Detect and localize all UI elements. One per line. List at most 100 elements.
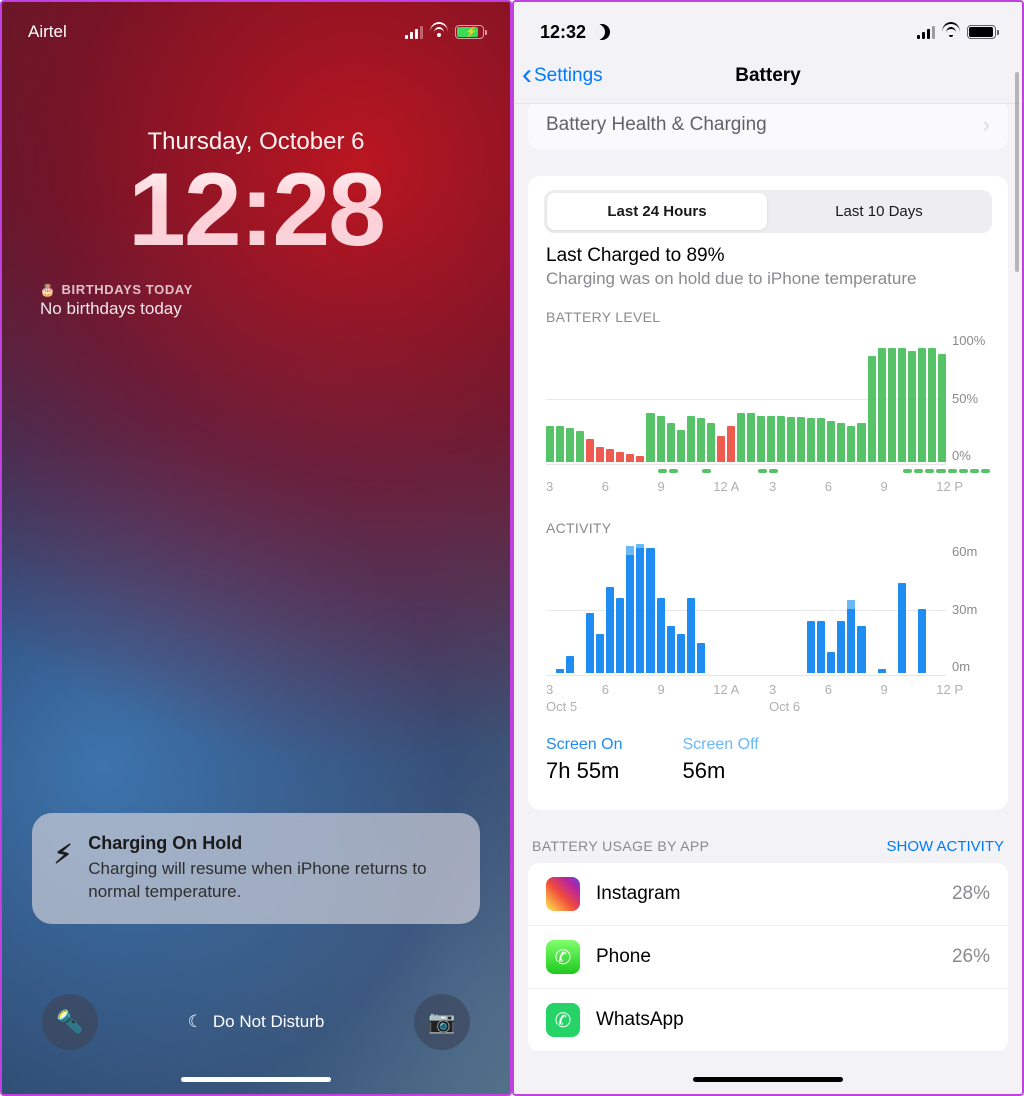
- row-label: Battery Health & Charging: [546, 114, 767, 136]
- show-activity-button[interactable]: SHOW ACTIVITY: [886, 838, 1004, 855]
- battery-bar: [787, 417, 795, 462]
- x-tick: 3: [769, 682, 823, 697]
- page-title: Battery: [735, 65, 800, 87]
- x-tick: 3: [546, 479, 600, 494]
- status-time: 12:32: [540, 22, 586, 43]
- do-not-disturb-pill[interactable]: ☾ Do Not Disturb: [116, 996, 396, 1048]
- activity-bar: [616, 598, 624, 673]
- screen-on-label: Screen On: [546, 736, 622, 754]
- battery-bar: [717, 436, 725, 462]
- day-label: Oct 6: [769, 699, 990, 714]
- y-tick: 50%: [952, 391, 990, 406]
- app-percentage: 26%: [952, 946, 990, 968]
- camera-button[interactable]: 📷: [414, 994, 470, 1050]
- cake-icon: 🎂: [40, 284, 56, 296]
- activity-bar: [817, 621, 825, 673]
- battery-bar: [817, 418, 825, 462]
- y-tick: 30m: [952, 602, 990, 617]
- battery-bar: [657, 416, 665, 462]
- battery-bar: [697, 418, 705, 462]
- content-scroll[interactable]: Battery Health & Charging › Last 24 Hour…: [514, 104, 1022, 1094]
- scrollbar[interactable]: [1015, 72, 1019, 272]
- x-tick: 3: [546, 682, 600, 697]
- activity-bar: [898, 583, 906, 673]
- battery-level-chart[interactable]: 100% 50% 0%: [546, 333, 990, 465]
- x-tick: 12 P: [936, 479, 990, 494]
- battery-bar: [928, 348, 936, 462]
- battery-bar: [767, 416, 775, 462]
- dnd-label: Do Not Disturb: [213, 1012, 324, 1032]
- battery-bar: [938, 354, 946, 462]
- battery-bar: [677, 430, 685, 462]
- battery-bar: [868, 356, 876, 462]
- x-tick: 12 A: [713, 479, 767, 494]
- widget-value: No birthdays today: [40, 299, 472, 319]
- activity-bar: [807, 621, 815, 673]
- battery-level-label: BATTERY LEVEL: [546, 309, 990, 325]
- day-label: Oct 5: [546, 699, 767, 714]
- cellular-signal-icon: [917, 26, 935, 39]
- focus-moon-icon: [594, 24, 610, 40]
- battery-bar: [918, 348, 926, 462]
- activity-bar: [827, 652, 835, 674]
- activity-bar: [667, 626, 675, 673]
- battery-bar: [566, 428, 574, 462]
- battery-bar: [847, 426, 855, 462]
- x-tick: 12 A: [713, 682, 767, 697]
- cellular-signal-icon: [405, 26, 423, 39]
- screen-off-value: 56m: [682, 758, 758, 784]
- wifi-icon: [942, 25, 960, 39]
- battery-bar: [667, 423, 675, 462]
- battery-bar: [586, 439, 594, 462]
- battery-bar: [546, 426, 554, 462]
- battery-health-row[interactable]: Battery Health & Charging ›: [528, 104, 1008, 150]
- activity-chart[interactable]: 60m 30m 0m: [546, 544, 990, 676]
- battery-bar: [898, 348, 906, 462]
- battery-icon: [967, 25, 996, 39]
- camera-icon: 📷: [428, 1009, 455, 1035]
- tab-10-days[interactable]: Last 10 Days: [769, 193, 989, 230]
- app-percentage: 28%: [952, 883, 990, 905]
- charging-notification[interactable]: ⚡︎ Charging On Hold Charging will resume…: [32, 813, 480, 924]
- home-indicator[interactable]: [181, 1077, 331, 1082]
- tab-24-hours[interactable]: Last 24 Hours: [547, 193, 767, 230]
- app-row-phone[interactable]: ✆Phone26%: [528, 926, 1008, 989]
- home-indicator[interactable]: [693, 1077, 843, 1082]
- whatsapp-icon: ✆: [546, 1003, 580, 1037]
- x-tick: 9: [658, 479, 712, 494]
- battery-bar: [737, 413, 745, 462]
- activity-bar: [606, 587, 614, 673]
- lock-time: 12:28: [2, 158, 510, 262]
- activity-bar: [586, 613, 594, 673]
- app-row-whatsapp[interactable]: ✆WhatsApp: [528, 989, 1008, 1052]
- battery-icon: ⚡: [455, 25, 484, 39]
- widget-heading: BIRTHDAYS TODAY: [62, 282, 193, 297]
- activity-bar: [687, 598, 695, 673]
- battery-bar: [556, 426, 564, 462]
- app-usage-list: Instagram28% ✆ Phone 26% ✆WhatsApp: [528, 863, 1008, 1052]
- battery-bar: [687, 416, 695, 462]
- app-name: Phone: [596, 946, 936, 968]
- nav-bar: ‹ Settings Battery: [514, 48, 1022, 104]
- instagram-icon: [546, 877, 580, 911]
- x-tick: 9: [881, 682, 935, 697]
- status-bar: Airtel ⚡: [2, 2, 510, 48]
- battery-bar: [837, 423, 845, 462]
- flashlight-button[interactable]: 🔦: [42, 994, 98, 1050]
- birthdays-widget[interactable]: 🎂 BIRTHDAYS TODAY No birthdays today: [40, 282, 472, 319]
- y-tick: 60m: [952, 544, 990, 559]
- battery-bar: [878, 348, 886, 462]
- x-tick: 6: [602, 682, 656, 697]
- activity-bar: [556, 669, 564, 673]
- wifi-icon: [430, 25, 448, 39]
- activity-label: ACTIVITY: [546, 520, 990, 536]
- battery-bar: [646, 413, 654, 462]
- last-charged-title: Last Charged to 89%: [546, 245, 990, 267]
- activity-bar: [837, 621, 845, 673]
- back-button[interactable]: ‹ Settings: [522, 65, 603, 87]
- charging-marker-row: [546, 469, 990, 473]
- app-row-instagram[interactable]: Instagram28%: [528, 863, 1008, 926]
- bolt-icon: ⚡︎: [54, 841, 72, 867]
- activity-bar: [566, 656, 574, 673]
- activity-bar: [626, 546, 634, 673]
